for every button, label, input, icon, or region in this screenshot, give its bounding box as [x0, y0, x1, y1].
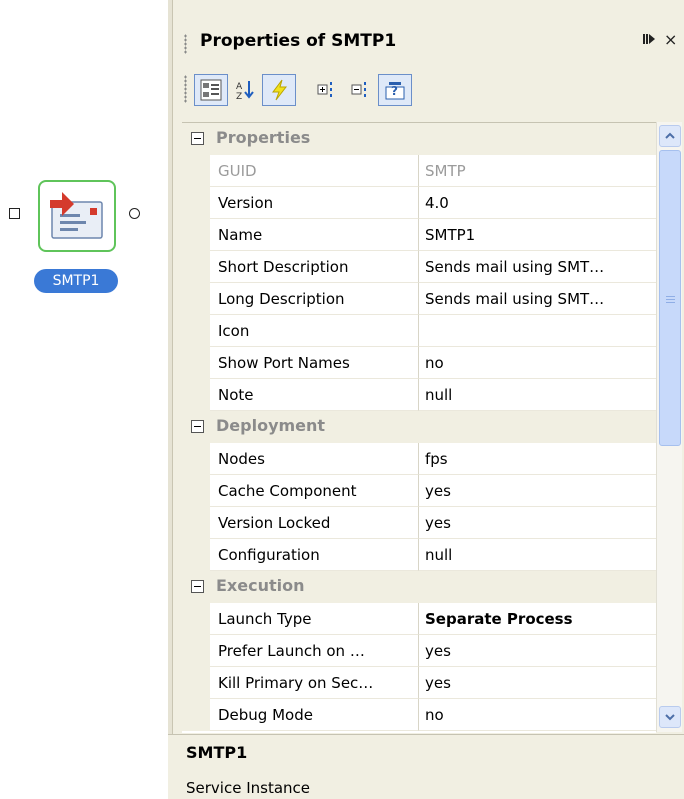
sort-alphabetical-icon[interactable]: AZ: [228, 74, 262, 106]
property-value[interactable]: yes: [419, 507, 656, 539]
property-name: Kill Primary on Sec…: [210, 667, 419, 699]
collapse-toggle-icon[interactable]: [191, 580, 204, 593]
property-row[interactable]: Cache Component yes: [182, 475, 656, 507]
panel-titlebar: Properties of SMTP1 ×: [180, 28, 684, 58]
property-name: Note: [210, 379, 419, 411]
panel-title: Properties of SMTP1: [200, 31, 397, 51]
svg-text:Z: Z: [236, 92, 242, 101]
property-value[interactable]: Separate Process: [419, 603, 656, 635]
vertical-scrollbar[interactable]: [656, 122, 682, 732]
property-name: Version: [210, 187, 419, 219]
panel-toolbar: AZ ?: [180, 66, 684, 112]
property-row[interactable]: Version 4.0: [182, 187, 656, 219]
category-label: Deployment: [216, 416, 326, 435]
smtp-component-node[interactable]: [38, 180, 116, 252]
toolbar-grip-icon[interactable]: [184, 75, 187, 103]
property-name: Show Port Names: [210, 347, 419, 379]
property-value[interactable]: yes: [419, 635, 656, 667]
property-value[interactable]: null: [419, 379, 656, 411]
property-row[interactable]: Prefer Launch on … yes: [182, 635, 656, 667]
property-name: Version Locked: [210, 507, 419, 539]
scroll-up-arrow-icon[interactable]: [659, 125, 681, 147]
categorized-view-icon[interactable]: [194, 74, 228, 106]
lightning-icon[interactable]: [262, 74, 296, 106]
property-row[interactable]: Icon: [182, 315, 656, 347]
property-name: Prefer Launch on …: [210, 635, 419, 667]
collapse-toggle-icon[interactable]: [191, 420, 204, 433]
svg-text:?: ?: [391, 84, 398, 98]
property-value[interactable]: no: [419, 347, 656, 379]
property-row[interactable]: Kill Primary on Sec… yes: [182, 667, 656, 699]
category-label: Properties: [216, 128, 311, 147]
category-row[interactable]: Properties: [182, 123, 656, 155]
component-label[interactable]: SMTP1: [34, 269, 118, 293]
expand-all-icon[interactable]: [310, 74, 344, 106]
description-pane: SMTP1 Service Instance: [168, 734, 684, 799]
property-row[interactable]: GUID SMTP: [182, 155, 656, 187]
help-description-icon[interactable]: ?: [378, 74, 412, 106]
property-value[interactable]: 4.0: [419, 187, 656, 219]
graph-canvas[interactable]: SMTP1: [0, 0, 168, 798]
property-name: Icon: [210, 315, 419, 347]
property-name: Long Description: [210, 283, 419, 315]
svg-text:A: A: [236, 82, 243, 92]
property-name: Name: [210, 219, 419, 251]
output-port-circle-icon[interactable]: [129, 208, 140, 219]
property-row[interactable]: Note null: [182, 379, 656, 411]
panel-splitter[interactable]: [168, 0, 173, 798]
property-value[interactable]: yes: [419, 667, 656, 699]
property-row[interactable]: Configuration null: [182, 539, 656, 571]
property-row[interactable]: Nodes fps: [182, 443, 656, 475]
scroll-down-arrow-icon[interactable]: [659, 706, 681, 728]
property-name: Launch Type: [210, 603, 419, 635]
input-port-square-icon[interactable]: [9, 208, 20, 219]
property-name: Short Description: [210, 251, 419, 283]
property-name: Nodes: [210, 443, 419, 475]
category-row[interactable]: Deployment: [182, 411, 656, 443]
property-row[interactable]: Launch Type Separate Process: [182, 603, 656, 635]
description-text: Service Instance: [186, 779, 311, 797]
property-value[interactable]: [419, 315, 656, 347]
dock-arrow-icon[interactable]: [642, 32, 656, 50]
property-row[interactable]: Long Description Sends mail using SMT…: [182, 283, 656, 315]
property-name: GUID: [210, 155, 419, 187]
email-service-icon: [50, 192, 103, 239]
property-value[interactable]: SMTP: [419, 155, 656, 187]
collapse-toggle-icon[interactable]: [191, 132, 204, 145]
property-row[interactable]: Debug Mode no: [182, 699, 656, 731]
collapse-all-icon[interactable]: [344, 74, 378, 106]
property-row[interactable]: Name SMTP1: [182, 219, 656, 251]
property-value[interactable]: Sends mail using SMT…: [419, 251, 656, 283]
property-row[interactable]: Version Locked yes: [182, 507, 656, 539]
close-button[interactable]: ×: [664, 30, 677, 49]
property-value[interactable]: null: [419, 539, 656, 571]
property-value[interactable]: Sends mail using SMT…: [419, 283, 656, 315]
property-row[interactable]: Show Port Names no: [182, 347, 656, 379]
category-row[interactable]: Execution: [182, 571, 656, 603]
drag-grip-icon[interactable]: [184, 34, 187, 54]
property-value[interactable]: SMTP1: [419, 219, 656, 251]
property-grid: Properties GUID SMTP Version 4.0 Name SMTP1 Sho…: [182, 122, 656, 733]
property-value[interactable]: yes: [419, 475, 656, 507]
property-value[interactable]: no: [419, 699, 656, 731]
category-label: Execution: [216, 576, 305, 595]
description-title: SMTP1: [186, 743, 248, 762]
property-row[interactable]: Short Description Sends mail using SMT…: [182, 251, 656, 283]
properties-panel: Properties of SMTP1 × AZ ? Properties GUI…: [168, 0, 684, 799]
property-value[interactable]: fps: [419, 443, 656, 475]
property-name: Debug Mode: [210, 699, 419, 731]
property-name: Configuration: [210, 539, 419, 571]
scrollbar-thumb[interactable]: [659, 150, 681, 446]
property-name: Cache Component: [210, 475, 419, 507]
